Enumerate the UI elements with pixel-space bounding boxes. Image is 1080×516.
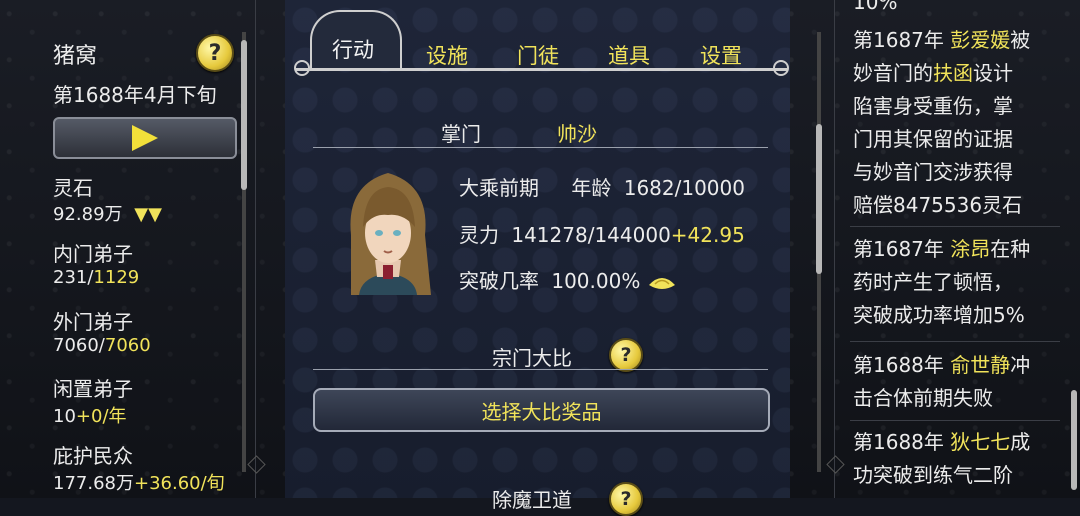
game-date: 第1688年4月下旬 xyxy=(53,83,217,107)
right-divider xyxy=(834,0,835,498)
log-entry: 第1688年 俞世静冲 击合体前期失败 xyxy=(853,353,1031,410)
tab-disciples[interactable]: 门徒 xyxy=(517,40,559,70)
lotus-icon xyxy=(648,277,675,289)
sect-contest-label: 宗门大比 xyxy=(492,346,572,370)
sheltered-people-label: 庇护民众 xyxy=(53,444,133,468)
tab-settings[interactable]: 设置 xyxy=(700,40,742,70)
log-entry: 第1687年 彭爱媛被 妙音门的扶函设计 陷害身受重伤，掌 门用其保留的证据 与… xyxy=(853,28,1031,217)
power-value: 141278/144000 xyxy=(511,223,671,247)
outer-disciples-value: 7060/7060 xyxy=(53,335,151,356)
power-label: 灵力 xyxy=(459,223,499,247)
demon-slaying-help-button[interactable]: ? xyxy=(609,482,643,516)
left-scroll-thumb[interactable] xyxy=(241,40,247,190)
advance-time-button[interactable] xyxy=(53,117,237,159)
leader-realm: 大乘前期 xyxy=(459,176,539,200)
age-value: 1682/10000 xyxy=(623,176,745,200)
tab-bar-divider xyxy=(295,68,787,71)
leader-name[interactable]: 帅沙 xyxy=(557,118,597,147)
spirit-stone-label: 灵石 xyxy=(53,176,93,200)
center-scrollbar[interactable] xyxy=(816,32,822,472)
left-divider xyxy=(255,0,256,498)
center-scroll-thumb[interactable] xyxy=(816,124,822,274)
outer-disciples-label: 外门弟子 xyxy=(53,310,133,334)
idle-disciples-label: 闲置弟子 xyxy=(53,377,133,401)
sheltered-people-value: 177.68万+36.60/旬 xyxy=(53,473,225,494)
tab-action-label: 行动 xyxy=(332,38,374,62)
left-scrollbar[interactable] xyxy=(241,32,247,472)
age-label: 年龄 xyxy=(571,176,612,200)
leader-label: 掌门 xyxy=(441,122,481,146)
leader-power-row: 灵力 141278/144000+42.95 xyxy=(459,219,745,248)
play-icon xyxy=(132,125,158,151)
tab-items[interactable]: 道具 xyxy=(608,40,650,70)
log-entry: 第1688年 狄七七成 功突破到练气二阶 xyxy=(853,430,1031,487)
idle-disciples-value: 10+0/年 xyxy=(53,406,127,427)
breakthrough-value: 100.00% xyxy=(551,269,641,293)
spirit-stone-value: 92.89万 ▼▼ xyxy=(53,204,162,225)
leader-breakthrough-row: 突破几率 100.00% xyxy=(459,265,677,294)
power-gain: +42.95 xyxy=(670,223,745,247)
log-entry: 第1687年 涂昂在种 药时产生了顿悟， 突破成功率增加5% xyxy=(853,237,1031,327)
sect-name: 猪窝 xyxy=(53,44,98,69)
contest-divider xyxy=(313,369,768,370)
inner-disciples-value: 231/1129 xyxy=(53,267,140,288)
decrease-icon: ▼▼ xyxy=(134,204,162,225)
leader-divider xyxy=(313,147,768,148)
left-panel: 猪窝 ? 第1688年4月下旬 灵石 92.89万 ▼▼ 内门弟子 231/11… xyxy=(0,0,262,498)
leader-realm-row: 大乘前期 年龄 1682/10000 xyxy=(459,172,745,201)
log-scroll-thumb[interactable] xyxy=(1071,390,1077,490)
log-fragment: 10% xyxy=(853,0,898,14)
leader-portrait[interactable] xyxy=(331,165,445,295)
demon-slaying-label: 除魔卫道 xyxy=(492,488,572,512)
tab-ornament-left xyxy=(294,60,310,76)
help-button[interactable]: ? xyxy=(196,34,234,72)
inner-disciples-label: 内门弟子 xyxy=(53,242,133,266)
contest-help-button[interactable]: ? xyxy=(609,338,643,372)
tab-ornament-right xyxy=(773,60,789,76)
breakthrough-label: 突破几率 xyxy=(459,269,539,293)
tab-facilities[interactable]: 设施 xyxy=(426,40,468,70)
select-contest-prize-button[interactable]: 选择大比奖品 xyxy=(313,388,770,432)
